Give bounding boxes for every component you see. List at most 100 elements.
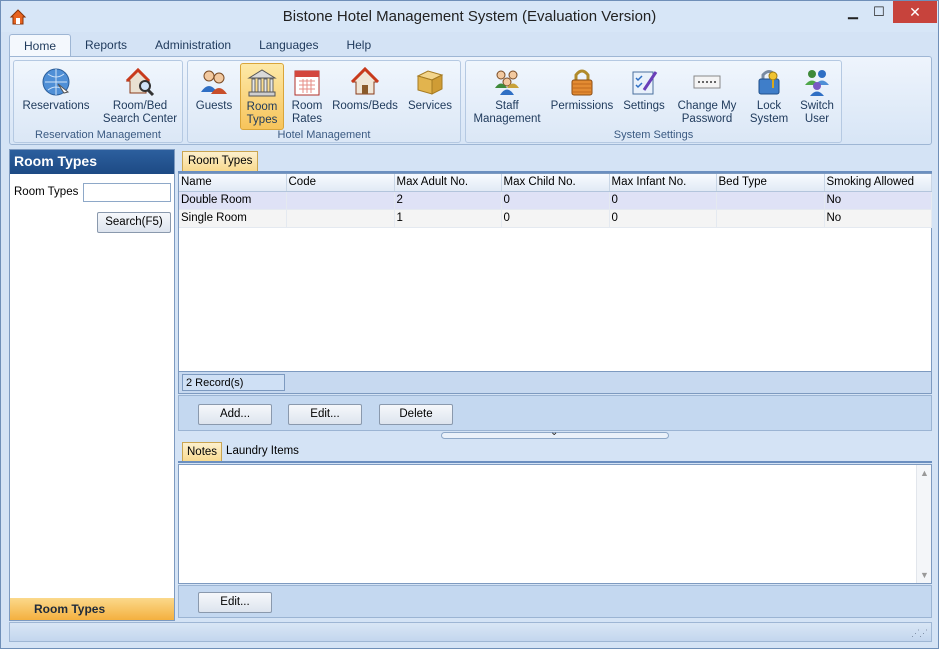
column-header-name[interactable]: Name: [179, 174, 287, 192]
table-row[interactable]: Single Room 1 0 0 No: [179, 209, 932, 228]
settings-label: Settings: [623, 100, 665, 112]
hotel-management-group-label: Hotel Management: [277, 129, 371, 141]
chevron-down-icon: ⌄: [550, 427, 559, 438]
guests-label: Guests: [195, 100, 233, 112]
table-row[interactable]: Double Room 2 0 0 No: [179, 191, 932, 210]
cell-name: Double Room: [179, 191, 287, 210]
reservations-button[interactable]: Reservations: [20, 63, 92, 129]
system-settings-group-label: System Settings: [613, 129, 694, 141]
building-columns-icon: [247, 69, 277, 97]
switch-user-label: Switch User: [800, 100, 834, 125]
app-window: Bistone Hotel Management System (Evaluat…: [0, 0, 939, 649]
switch-user-button[interactable]: Switch User: [796, 63, 838, 129]
notes-edit-button[interactable]: Edit...: [198, 592, 272, 613]
column-header-code[interactable]: Code: [286, 174, 395, 192]
globe-icon: [42, 68, 70, 96]
add-button[interactable]: Add...: [198, 404, 272, 425]
hotel-management-group: Guests Room Types Room Rates Rooms/Beds …: [187, 60, 461, 143]
tab-laundry-items[interactable]: Laundry Items: [222, 442, 303, 463]
left-panel: Room Types Room Types Search(F5) Room Ty…: [9, 149, 175, 621]
staff-management-button[interactable]: Staff Management: [470, 63, 544, 129]
room-types-label: Room Types: [246, 101, 278, 126]
scroll-down-icon[interactable]: ▼: [920, 570, 929, 580]
cell-name: Single Room: [179, 209, 287, 228]
bottom-tab-divider: [178, 461, 932, 463]
notes-area[interactable]: ▲ ▼: [178, 464, 932, 584]
house-icon: [350, 66, 380, 95]
resize-grip-icon[interactable]: ⋰⋰: [911, 628, 928, 639]
services-button[interactable]: Services: [404, 63, 456, 129]
scroll-up-icon[interactable]: ▲: [920, 468, 929, 478]
cell-max-child: 0: [501, 209, 610, 228]
services-label: Services: [407, 100, 453, 112]
settings-button[interactable]: Settings: [620, 63, 668, 129]
status-bar: ⋰⋰: [9, 622, 932, 642]
people-icon: [201, 70, 227, 94]
tab-help[interactable]: Help: [332, 34, 385, 56]
staff-icon: [495, 70, 519, 95]
rooms-beds-label: Rooms/Beds: [332, 100, 398, 112]
change-my-password-button[interactable]: Change My Password: [674, 63, 740, 129]
tab-home[interactable]: Home: [9, 34, 72, 56]
room-rates-button[interactable]: Room Rates: [288, 63, 326, 129]
left-panel-footer-room-types[interactable]: Room Types: [10, 598, 174, 620]
room-types-field-label: Room Types: [14, 186, 79, 198]
calendar-icon: [294, 70, 320, 96]
cell-max-child: 0: [501, 191, 610, 210]
cell-max-adult: 2: [394, 191, 502, 210]
close-button[interactable]: ✕: [893, 1, 937, 23]
house-search-icon: [125, 67, 155, 97]
window-title: Bistone Hotel Management System (Evaluat…: [282, 8, 657, 25]
tab-languages[interactable]: Languages: [245, 34, 332, 56]
left-panel-header: Room Types: [10, 150, 174, 174]
column-header-bed-type[interactable]: Bed Type: [716, 174, 825, 192]
lock-system-button[interactable]: Lock System: [746, 63, 792, 129]
tab-notes[interactable]: Notes: [182, 442, 223, 463]
permissions-button[interactable]: Permissions: [550, 63, 614, 129]
grid-button-bar: Add... Edit... Delete: [178, 395, 932, 431]
grid-header-row: Name Code Max Adult No. Max Child No. Ma…: [179, 174, 932, 192]
ribbon: Reservations Room/Bed Search Center Rese…: [9, 56, 932, 145]
cell-code: [286, 209, 395, 228]
room-types-grid: Name Code Max Adult No. Max Child No. Ma…: [178, 173, 932, 372]
column-header-smoking-allowed[interactable]: Smoking Allowed: [824, 174, 932, 192]
room-types-button[interactable]: Room Types: [240, 63, 284, 130]
reservations-label: Reservations: [22, 100, 90, 112]
cell-smoking-allowed: No: [824, 209, 932, 228]
guests-button[interactable]: Guests: [192, 63, 236, 129]
ribbon-tabs: Home Reports Administration Languages He…: [9, 34, 385, 56]
tab-administration[interactable]: Administration: [141, 34, 245, 56]
notes-scrollbar[interactable]: ▲ ▼: [916, 465, 931, 583]
maximize-button[interactable]: ☐: [866, 1, 892, 23]
system-settings-group: Staff Management Permissions Settings Ch…: [465, 60, 842, 143]
staff-management-label: Staff Management: [473, 100, 541, 125]
reservation-management-group-label: Reservation Management: [35, 129, 161, 141]
room-types-search-input[interactable]: [83, 183, 171, 202]
tab-reports[interactable]: Reports: [71, 34, 141, 56]
switch-user-icon: [805, 70, 829, 96]
column-header-max-infant[interactable]: Max Infant No.: [609, 174, 717, 192]
cell-max-infant: 0: [609, 209, 717, 228]
title-bar: Bistone Hotel Management System (Evaluat…: [1, 1, 938, 32]
password-icon: [693, 75, 721, 89]
record-bar: 2 Record(s): [178, 372, 932, 394]
cell-max-infant: 0: [609, 191, 717, 210]
rooms-beds-button[interactable]: Rooms/Beds: [332, 63, 398, 129]
lock-system-label: Lock System: [749, 100, 789, 125]
box-icon: [416, 70, 444, 95]
bottom-tabs: Notes Laundry Items: [182, 442, 303, 463]
minimize-button[interactable]: ▁: [840, 1, 866, 23]
panel-splitter[interactable]: ⌄: [441, 427, 669, 439]
settings-checklist-icon: [632, 71, 658, 95]
edit-button[interactable]: Edit...: [288, 404, 362, 425]
main-area: Room Types Name Code Max Adult No. Max C…: [178, 149, 932, 621]
tab-room-types[interactable]: Room Types: [182, 151, 259, 172]
cell-code: [286, 191, 395, 210]
column-header-max-child[interactable]: Max Child No.: [501, 174, 610, 192]
cell-bed-type: [716, 191, 825, 210]
cell-bed-type: [716, 209, 825, 228]
search-button[interactable]: Search(F5): [97, 212, 171, 233]
column-header-max-adult[interactable]: Max Adult No.: [394, 174, 502, 192]
delete-button[interactable]: Delete: [379, 404, 453, 425]
room-bed-search-center-button[interactable]: Room/Bed Search Center: [100, 63, 180, 129]
